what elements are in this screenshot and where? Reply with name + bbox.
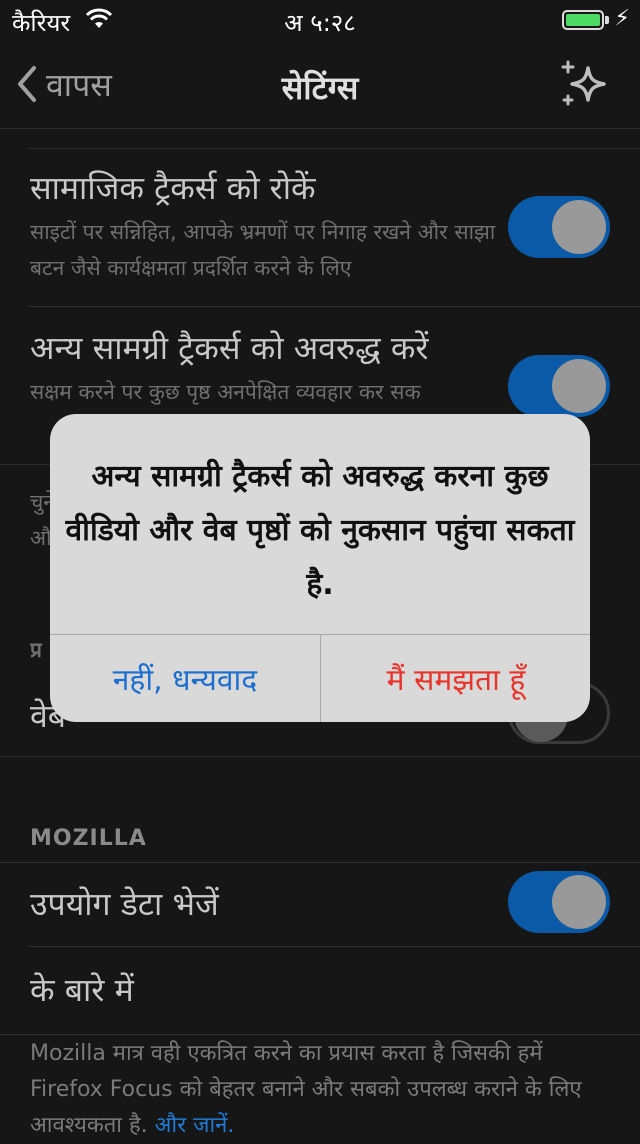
alert-dialog: अन्य सामग्री ट्रैकर्स को अवरुद्ध करना कु… bbox=[50, 414, 590, 722]
alert-message: अन्य सामग्री ट्रैकर्स को अवरुद्ध करना कु… bbox=[65, 459, 575, 602]
no-thanks-button[interactable]: नहीं, धन्यवाद bbox=[50, 635, 320, 722]
i-understand-button[interactable]: मैं समझता हूँ bbox=[321, 635, 590, 722]
